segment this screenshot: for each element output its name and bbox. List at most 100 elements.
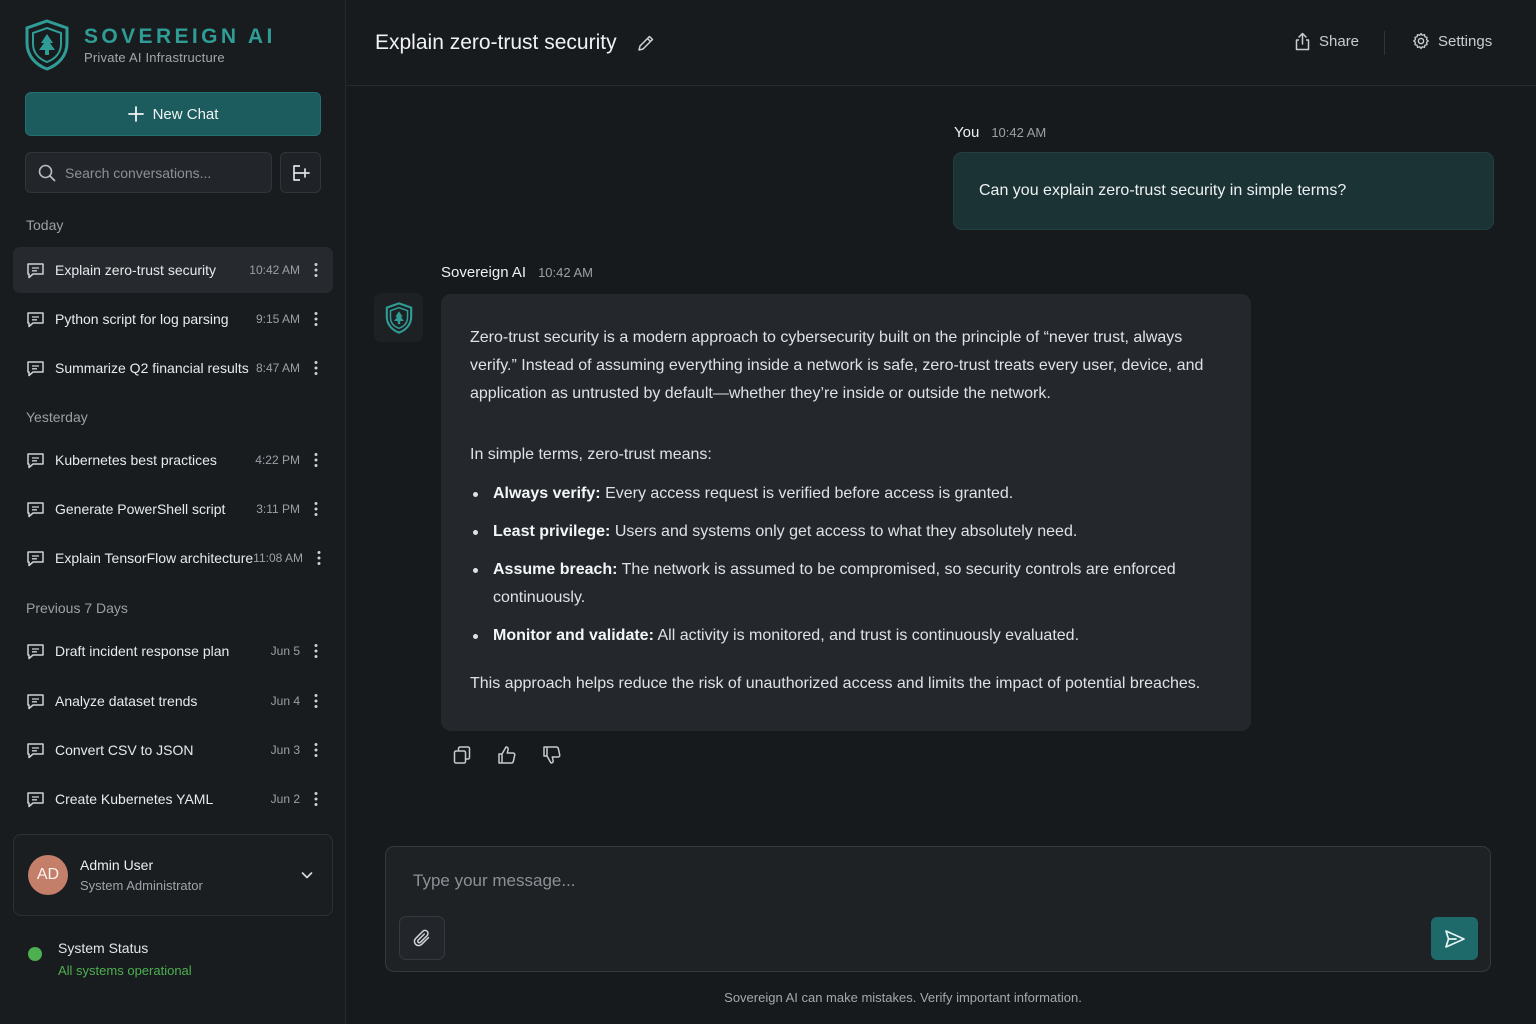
more-vertical-icon[interactable] bbox=[313, 550, 325, 566]
ai-message-intro: Zero-trust security is a modern approach… bbox=[470, 329, 1204, 402]
chat-bubble-icon bbox=[27, 311, 44, 327]
conversation-time: 9:15 AM bbox=[255, 312, 300, 326]
conversation-time: 10:42 AM bbox=[249, 263, 300, 277]
gear-icon bbox=[1413, 32, 1429, 50]
conversation-title: Create Kubernetes YAML bbox=[55, 791, 214, 807]
send-button[interactable] bbox=[1431, 917, 1478, 960]
header-divider bbox=[1384, 31, 1385, 55]
chat-header: Explain zero-trust security Share Settin… bbox=[346, 0, 1536, 86]
new-chat-label: New Chat bbox=[152, 105, 219, 123]
system-status-title: System Status bbox=[58, 940, 149, 956]
more-vertical-icon[interactable] bbox=[310, 742, 322, 758]
conversation-title: Analyze dataset trends bbox=[55, 693, 198, 709]
copy-icon[interactable] bbox=[452, 745, 472, 765]
more-vertical-icon[interactable] bbox=[310, 501, 322, 517]
more-vertical-icon[interactable] bbox=[310, 262, 322, 278]
chevron-down-icon bbox=[301, 872, 313, 879]
export-button[interactable] bbox=[280, 152, 321, 193]
export-icon bbox=[292, 164, 310, 181]
conversation-time: 4:22 PM bbox=[255, 453, 300, 467]
conversation-time: 8:47 AM bbox=[255, 361, 300, 375]
conversation-time: Jun 2 bbox=[270, 792, 300, 806]
user-menu[interactable]: AD Admin User System Administrator bbox=[13, 834, 333, 916]
sidebar: SOVEREIGN AI Private AI Infrastructure N… bbox=[0, 0, 346, 1024]
new-chat-button[interactable]: New Chat bbox=[25, 92, 321, 136]
user-message-bubble: Can you explain zero-trust security in s… bbox=[953, 152, 1494, 230]
system-status: System Status All systems operational bbox=[28, 940, 192, 978]
chat-bubble-icon bbox=[27, 693, 44, 709]
list-item: Monitor and validate: All activity is mo… bbox=[470, 622, 1222, 650]
search-input[interactable] bbox=[65, 164, 255, 181]
conversation-title: Summarize Q2 financial results bbox=[55, 360, 249, 376]
chat-bubble-icon bbox=[27, 501, 44, 517]
bullet-text: Every access request is verified before … bbox=[605, 485, 1014, 502]
conversation-title: Generate PowerShell script bbox=[55, 501, 226, 517]
status-indicator-icon bbox=[28, 947, 42, 961]
chat-bubble-icon bbox=[27, 791, 44, 807]
avatar: AD bbox=[28, 855, 68, 895]
bullet-term: Monitor and validate: bbox=[493, 627, 654, 644]
conversation-item[interactable]: Python script for log parsing 9:15 AM bbox=[13, 296, 333, 342]
attach-button[interactable] bbox=[399, 916, 445, 960]
list-item: Assume breach: The network is assumed to… bbox=[470, 556, 1222, 612]
share-button[interactable]: Share bbox=[1294, 32, 1359, 51]
more-vertical-icon[interactable] bbox=[310, 452, 322, 468]
user-message-meta: You 10:42 AM bbox=[954, 124, 1046, 141]
conversation-item[interactable]: Explain zero-trust security 10:42 AM bbox=[13, 247, 333, 293]
conversation-item[interactable]: Summarize Q2 financial results 8:47 AM bbox=[13, 345, 333, 391]
more-vertical-icon[interactable] bbox=[310, 693, 322, 709]
conversation-item[interactable]: Create Kubernetes YAML Jun 2 bbox=[13, 776, 333, 822]
chat-bubble-icon bbox=[27, 360, 44, 376]
search-icon bbox=[38, 164, 56, 181]
disclaimer: Sovereign AI can make mistakes. Verify i… bbox=[724, 990, 1082, 1005]
brand: SOVEREIGN AI Private AI Infrastructure bbox=[24, 19, 276, 71]
more-vertical-icon[interactable] bbox=[310, 791, 322, 807]
ai-message-time: 10:42 AM bbox=[538, 265, 593, 280]
conversation-time: Jun 3 bbox=[270, 743, 300, 757]
send-icon bbox=[1444, 929, 1465, 948]
conversation-title: Kubernetes best practices bbox=[55, 452, 217, 468]
thumbs-down-icon[interactable] bbox=[542, 745, 562, 765]
settings-label: Settings bbox=[1438, 32, 1493, 50]
chat-bubble-icon bbox=[27, 742, 44, 758]
conversation-title: Python script for log parsing bbox=[55, 311, 229, 327]
more-vertical-icon[interactable] bbox=[310, 311, 322, 327]
system-status-message: All systems operational bbox=[58, 963, 192, 978]
ai-message-lead: In simple terms, zero-trust means: bbox=[470, 446, 712, 463]
message-actions bbox=[452, 745, 587, 765]
conversation-item[interactable]: Explain TensorFlow architecture 11:08 AM bbox=[13, 535, 333, 581]
ai-message-bullets: Always verify: Every access request is v… bbox=[470, 480, 1222, 650]
bullet-term: Least privilege: bbox=[493, 523, 611, 540]
conversation-time: 11:08 AM bbox=[253, 551, 303, 565]
settings-button[interactable]: Settings bbox=[1412, 32, 1492, 50]
pencil-icon[interactable] bbox=[636, 33, 656, 53]
conversation-item[interactable]: Analyze dataset trends Jun 4 bbox=[13, 678, 333, 724]
chat-bubble-icon bbox=[27, 550, 44, 566]
list-item: Always verify: Every access request is v… bbox=[470, 480, 1222, 508]
message-input[interactable] bbox=[413, 871, 1413, 901]
chat-bubble-icon bbox=[27, 643, 44, 659]
conversation-time: Jun 5 bbox=[270, 644, 300, 658]
ai-message-meta: Sovereign AI 10:42 AM bbox=[441, 264, 593, 281]
conversation-item[interactable]: Convert CSV to JSON Jun 3 bbox=[13, 727, 333, 773]
chat-bubble-icon bbox=[27, 262, 44, 278]
user-role: System Administrator bbox=[80, 878, 203, 893]
conversation-item[interactable]: Draft incident response plan Jun 5 bbox=[13, 628, 333, 674]
conversation-item[interactable]: Kubernetes best practices 4:22 PM bbox=[13, 437, 333, 483]
section-label-yesterday: Yesterday bbox=[26, 409, 88, 425]
more-vertical-icon[interactable] bbox=[310, 360, 322, 376]
share-icon bbox=[1295, 32, 1310, 51]
search-box[interactable] bbox=[25, 152, 272, 193]
conversation-time: Jun 4 bbox=[270, 694, 300, 708]
bullet-term: Assume breach: bbox=[493, 561, 618, 578]
user-message-time: 10:42 AM bbox=[991, 125, 1047, 140]
conversation-item[interactable]: Generate PowerShell script 3:11 PM bbox=[13, 486, 333, 532]
section-label-previous-7-days: Previous 7 Days bbox=[26, 600, 128, 616]
paperclip-icon bbox=[413, 929, 430, 947]
message-composer bbox=[385, 846, 1491, 972]
more-vertical-icon[interactable] bbox=[310, 643, 322, 659]
shield-logo-icon bbox=[385, 301, 412, 334]
user-message-author: You bbox=[954, 124, 980, 141]
thumbs-up-icon[interactable] bbox=[497, 745, 517, 765]
chat-bubble-icon bbox=[27, 452, 44, 468]
